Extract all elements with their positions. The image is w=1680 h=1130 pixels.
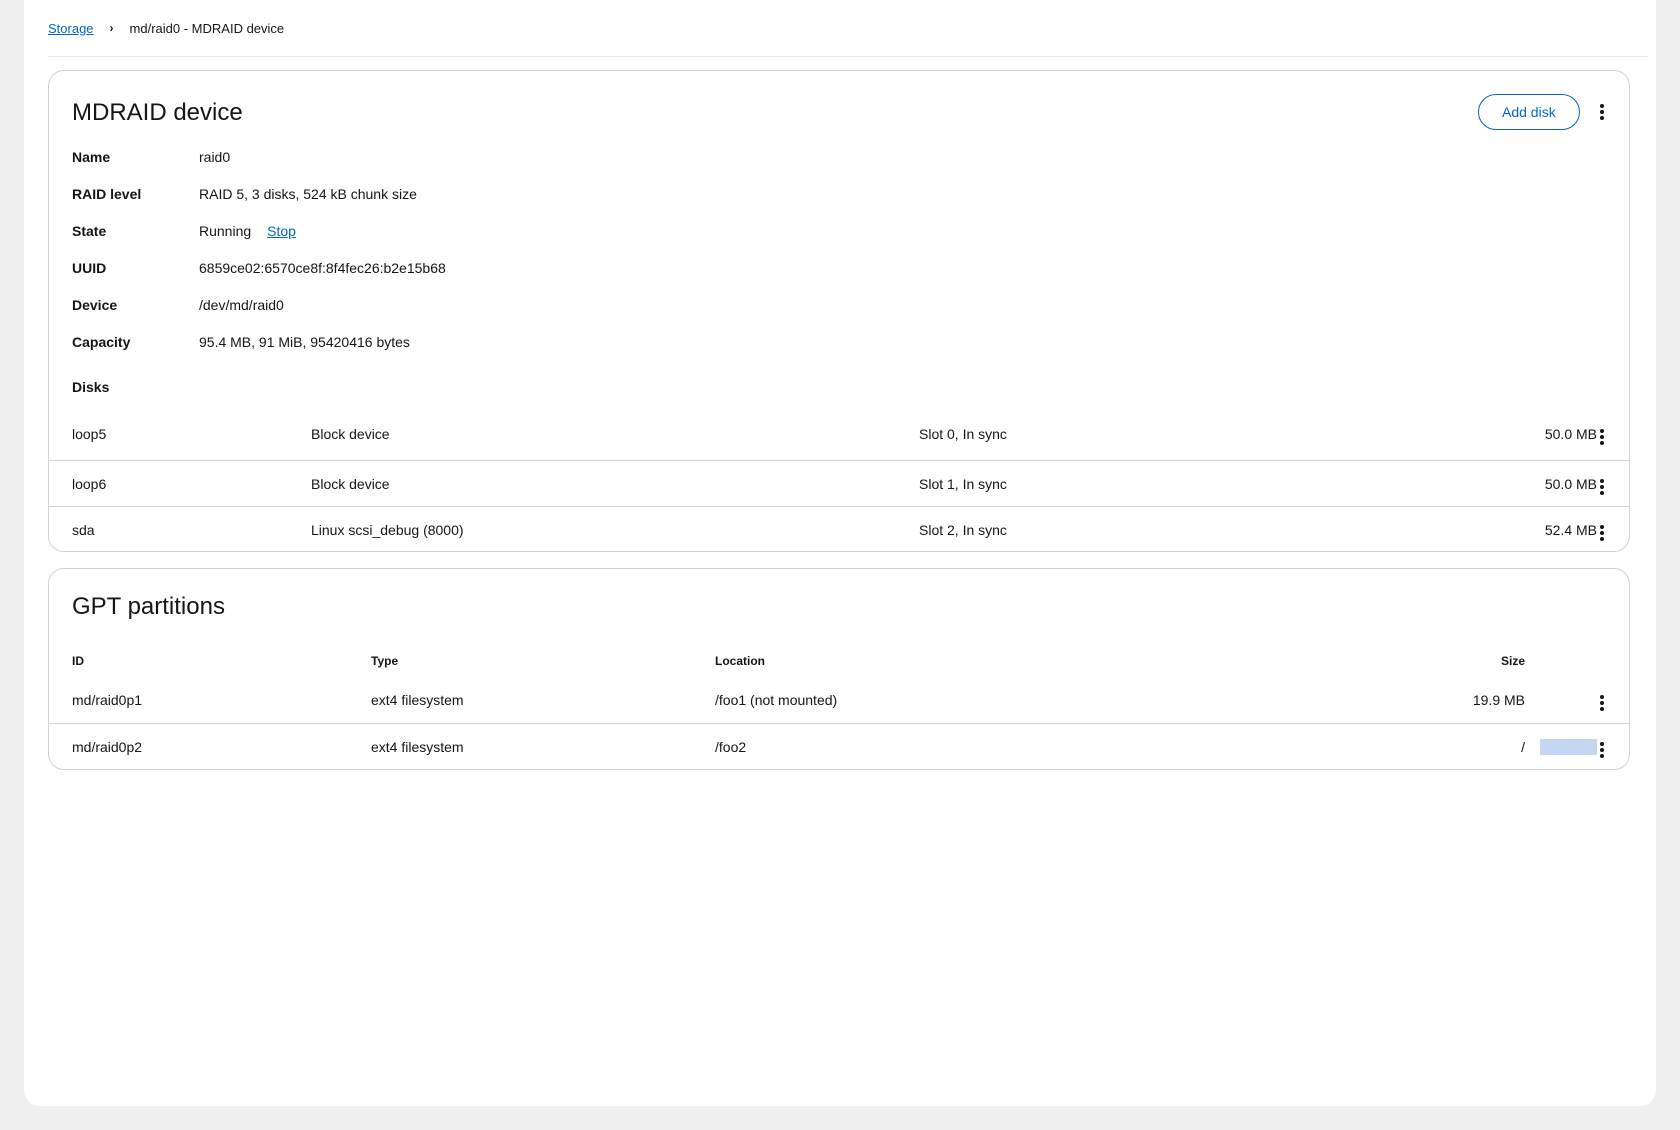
partition-location: /foo2 bbox=[715, 739, 747, 755]
field-value: /dev/md/raid0 bbox=[199, 297, 284, 313]
table-row: loop6 Block device Slot 1, In sync 50.0 … bbox=[49, 460, 1629, 507]
disks-heading: Disks bbox=[72, 379, 110, 395]
field-capacity: Capacity 95.4 MB, 91 MiB, 95420416 bytes bbox=[72, 332, 410, 352]
column-header-size: Size bbox=[1500, 654, 1525, 668]
partition-type: ext4 filesystem bbox=[371, 739, 464, 755]
gpt-partitions-card: GPT partitions ID Type Location Size md/… bbox=[48, 568, 1630, 770]
field-device: Device /dev/md/raid0 bbox=[72, 295, 284, 315]
disk-name: loop5 bbox=[72, 426, 107, 442]
disk-type: Block device bbox=[311, 426, 390, 442]
field-uuid: UUID 6859ce02:6570ce8f:8f4fec26:b2e15b68 bbox=[72, 258, 446, 278]
field-value: RAID 5, 3 disks, 524 kB chunk size bbox=[199, 186, 417, 202]
disk-size: 50.0 MB bbox=[1544, 426, 1597, 442]
column-header-location: Location bbox=[715, 654, 765, 668]
disk-slot: Slot 2, In sync bbox=[919, 522, 1007, 538]
partition-actions-kebab-icon[interactable] bbox=[1590, 691, 1614, 715]
disk-actions-kebab-icon[interactable] bbox=[1590, 475, 1614, 499]
partition-size: / bbox=[1521, 739, 1525, 755]
partition-actions-kebab-icon[interactable] bbox=[1590, 738, 1614, 762]
breadcrumb: Storage › md/raid0 - MDRAID device bbox=[48, 0, 1648, 57]
disk-size: 50.0 MB bbox=[1544, 476, 1597, 492]
disk-name: loop6 bbox=[72, 476, 107, 492]
disk-type: Linux scsi_debug (8000) bbox=[311, 522, 464, 538]
field-label: Name bbox=[72, 149, 111, 165]
breadcrumb-storage-link[interactable]: Storage bbox=[48, 21, 94, 36]
selection-highlight bbox=[1540, 739, 1597, 755]
add-disk-button[interactable]: Add disk bbox=[1478, 94, 1580, 130]
mdraid-actions-kebab-icon[interactable] bbox=[1590, 100, 1614, 124]
table-row: loop5 Block device Slot 0, In sync 50.0 … bbox=[49, 411, 1629, 457]
field-value: 6859ce02:6570ce8f:8f4fec26:b2e15b68 bbox=[199, 260, 446, 276]
partition-id: md/raid0p2 bbox=[72, 739, 143, 755]
field-value: 95.4 MB, 91 MiB, 95420416 bytes bbox=[199, 334, 410, 350]
field-label: UUID bbox=[72, 260, 107, 276]
field-label: State bbox=[72, 223, 107, 239]
partition-location: /foo1 (not mounted) bbox=[715, 692, 838, 708]
field-name: Name raid0 bbox=[72, 147, 230, 167]
table-row: md/raid0p1 ext4 filesystem /foo1 (not mo… bbox=[49, 677, 1629, 723]
partition-type: ext4 filesystem bbox=[371, 692, 464, 708]
gpt-card-title: GPT partitions bbox=[72, 593, 225, 620]
field-label: RAID level bbox=[72, 186, 142, 202]
mdraid-card: MDRAID device Add disk Name raid0 RAID l… bbox=[48, 70, 1630, 552]
field-value: raid0 bbox=[199, 149, 231, 165]
disk-slot: Slot 1, In sync bbox=[919, 476, 1007, 492]
disk-actions-kebab-icon[interactable] bbox=[1590, 425, 1614, 449]
field-label: Capacity bbox=[72, 334, 131, 350]
field-value: Running bbox=[199, 223, 252, 239]
stop-link[interactable]: Stop bbox=[267, 221, 296, 241]
disk-actions-kebab-icon[interactable] bbox=[1590, 521, 1614, 545]
partition-size: 19.9 MB bbox=[1472, 692, 1525, 708]
column-header-id: ID bbox=[72, 654, 84, 668]
table-row: md/raid0p2 ext4 filesystem /foo2 / bbox=[49, 723, 1629, 770]
page: Storage › md/raid0 - MDRAID device MDRAI… bbox=[24, 0, 1656, 1106]
disk-type: Block device bbox=[311, 476, 390, 492]
chevron-right-icon: › bbox=[109, 21, 114, 35]
field-state: State Running Stop bbox=[72, 221, 296, 241]
partition-id: md/raid0p1 bbox=[72, 692, 143, 708]
field-raid-level: RAID level RAID 5, 3 disks, 524 kB chunk… bbox=[72, 184, 417, 204]
field-label: Device bbox=[72, 297, 118, 313]
disk-slot: Slot 0, In sync bbox=[919, 426, 1007, 442]
breadcrumb-current: md/raid0 - MDRAID device bbox=[129, 20, 285, 36]
table-row: sda Linux scsi_debug (8000) Slot 2, In s… bbox=[49, 506, 1629, 553]
column-header-type: Type bbox=[371, 654, 399, 668]
disk-name: sda bbox=[72, 522, 95, 538]
disk-size: 52.4 MB bbox=[1544, 522, 1597, 538]
mdraid-card-title: MDRAID device bbox=[72, 99, 243, 126]
